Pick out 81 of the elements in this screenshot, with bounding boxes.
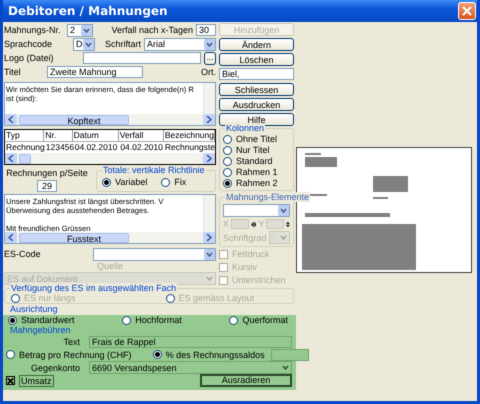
place-input[interactable]: Biel, <box>219 68 294 80</box>
table-cell: 04.02.2010 <box>119 142 164 153</box>
invoices-per-page-input[interactable]: 29 <box>37 180 57 192</box>
table-cell: Rechnung <box>5 142 45 153</box>
scroll-left-icon[interactable] <box>5 153 17 164</box>
scroll-right-icon[interactable] <box>203 232 215 243</box>
dropdown-arrow-icon <box>278 205 289 216</box>
group-title: Ausrichtung <box>10 304 58 314</box>
number-dropdown[interactable]: 2 <box>67 24 93 36</box>
field-label: Y <box>258 219 264 229</box>
radio-option[interactable]: % des Rechnungssaldos <box>152 350 265 360</box>
field-label: Ort. <box>201 67 216 77</box>
scroll-left-icon[interactable] <box>5 114 17 125</box>
radio-option[interactable]: Betrag pro Rechnung (CHF) <box>6 350 132 360</box>
days-input[interactable]: 30 <box>196 24 216 36</box>
group-title: Kolonnen <box>225 123 266 133</box>
vertical-scrollbar[interactable] <box>203 83 215 114</box>
radio-option[interactable]: Variabel <box>102 177 148 187</box>
scroll-thumb[interactable]: Fusstext <box>19 232 129 242</box>
column-header[interactable]: Typ <box>5 130 44 141</box>
field-label: Verfall nach x-Tagen <box>111 25 193 35</box>
radio-option[interactable]: Standard <box>223 156 290 166</box>
account-dropdown[interactable]: 6690 Versandspesen <box>89 361 292 374</box>
font-dropdown[interactable]: Arial <box>144 38 216 50</box>
radio-option[interactable]: Querformat <box>229 315 288 325</box>
action-button[interactable]: Ausdrucken <box>219 98 294 111</box>
group-title: Mahnungs-Elemente <box>225 192 310 202</box>
field-label: Schriftart <box>104 39 141 49</box>
action-button[interactable]: Ändern <box>219 38 294 51</box>
field-label: Quelle <box>96 261 123 271</box>
radio-option[interactable]: Standardwert <box>8 315 75 325</box>
field-label: Rechnungen p/Seite <box>6 168 88 178</box>
group-title: Totale: vertikale Richtlinie <box>102 165 206 175</box>
close-button[interactable] <box>458 2 476 20</box>
radio-option[interactable]: Nur Titel <box>223 145 290 155</box>
field-label: Gegenkonto <box>30 362 81 372</box>
field-label: Mahnungs-Nr. <box>4 25 62 35</box>
action-button[interactable]: Löschen <box>219 53 294 66</box>
field-label: Schriftgrad <box>223 232 267 242</box>
dropdown-arrow-icon <box>81 24 92 36</box>
field-label: ES-Code <box>4 249 42 259</box>
radio-option[interactable]: Rahmen 2 <box>223 178 290 188</box>
column-header[interactable]: Nr. <box>44 130 73 141</box>
action-button[interactable]: Schliessen <box>219 83 294 96</box>
radio-option[interactable]: Ohne Titel <box>223 134 290 144</box>
logo-file-input[interactable] <box>83 52 201 64</box>
group-title: Mahngebühren <box>9 325 72 335</box>
dropdown-arrow-icon <box>204 38 215 50</box>
radio-option[interactable]: Hochformat <box>122 315 182 325</box>
scroll-thumb[interactable]: Kopftext <box>19 114 129 124</box>
close-icon <box>462 6 472 16</box>
field-label: Text <box>62 336 81 346</box>
title-input[interactable]: Zweite Mahnung <box>47 66 143 78</box>
field-label: X <box>223 219 230 229</box>
dropdown-arrow-icon <box>83 38 94 50</box>
check-mark-icon <box>7 376 14 384</box>
scroll-right-icon[interactable] <box>203 114 215 125</box>
erase-button[interactable]: Ausradieren <box>200 374 292 387</box>
column-header[interactable]: Verfall <box>118 130 164 141</box>
group-title: Verfügung des ES im ausgewählten Fach <box>10 283 178 293</box>
vertical-scrollbar[interactable] <box>203 195 215 232</box>
fee-text-input[interactable]: Frais de Rappel <box>89 336 292 348</box>
field-label: Sprachcode <box>4 39 54 49</box>
fee-amount-input[interactable] <box>270 348 309 360</box>
table-cell: 123456 <box>44 142 74 153</box>
scroll-left-icon[interactable] <box>5 232 17 243</box>
es-code-dropdown[interactable] <box>93 248 216 260</box>
radio-option[interactable]: Rahmen 1 <box>223 167 290 177</box>
table-cell: Rechnungste <box>164 142 215 153</box>
dropdown-arrow-icon <box>204 248 215 260</box>
radio-option[interactable]: Fix <box>161 177 186 187</box>
field-label: Titel <box>4 67 22 77</box>
language-dropdown[interactable]: D <box>73 38 95 50</box>
scroll-thumb[interactable] <box>19 154 31 164</box>
table-cell-text: 04.02.2010 <box>74 142 118 153</box>
column-header[interactable]: Datum <box>72 130 119 141</box>
field-label: Logo (Datei) <box>4 53 55 63</box>
column-header[interactable]: Bezeichnung <box>164 130 215 141</box>
scroll-right-icon[interactable] <box>203 153 215 164</box>
window-title: Debitoren / Mahnungen <box>8 4 168 18</box>
browse-button[interactable]: ... <box>204 52 216 64</box>
